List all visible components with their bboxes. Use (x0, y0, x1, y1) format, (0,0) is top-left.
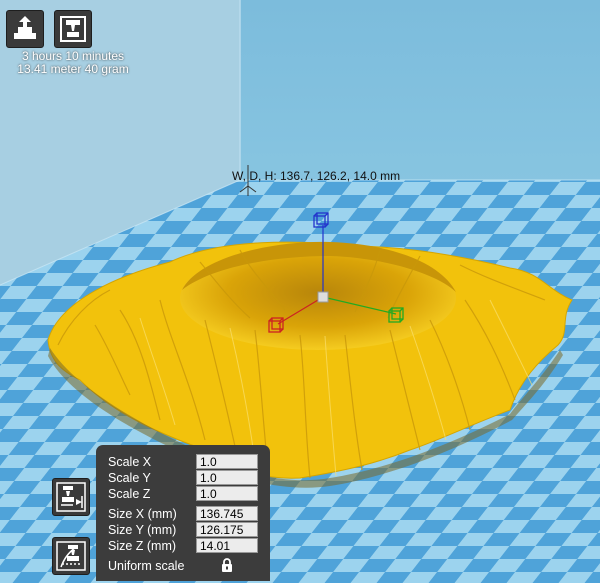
size-z-label: Size Z (mm) (108, 539, 177, 553)
scale-tool-button[interactable] (52, 478, 90, 516)
scale-z-label: Scale Z (108, 487, 151, 501)
print-icon (60, 16, 86, 42)
scale-panel: Scale X 1.0 Scale Y 1.0 Scale Z 1.0 Size… (96, 445, 270, 581)
size-y-input[interactable]: 126.175 (196, 522, 258, 537)
load-model-icon (14, 16, 36, 39)
lock-icon[interactable] (220, 558, 234, 572)
load-model-button[interactable] (6, 10, 44, 48)
center-handle[interactable] (317, 291, 329, 303)
size-x-input[interactable]: 136.745 (196, 506, 258, 521)
mirror-icon (56, 541, 86, 571)
scale-icon (56, 482, 86, 512)
scale-y-label: Scale Y (108, 471, 151, 485)
scale-z-input[interactable]: 1.0 (196, 486, 258, 501)
3d-viewport[interactable] (0, 0, 600, 583)
scale-x-label: Scale X (108, 455, 152, 469)
scale-x-input[interactable]: 1.0 (196, 454, 258, 469)
size-y-label: Size Y (mm) (108, 523, 177, 537)
size-x-label: Size X (mm) (108, 507, 177, 521)
print-button[interactable] (54, 10, 92, 48)
scale-y-input[interactable]: 1.0 (196, 470, 258, 485)
size-z-input[interactable]: 14.01 (196, 538, 258, 553)
dimensions-label: W, D, H: 136.7, 126.2, 14.0 mm (232, 169, 401, 183)
print-material: 13.41 meter 40 gram (17, 62, 129, 76)
print-info: 3 hours 10 minutes 13.41 meter 40 gram (4, 50, 142, 76)
uniform-scale-label: Uniform scale (108, 559, 185, 573)
mirror-tool-button[interactable] (52, 537, 90, 575)
